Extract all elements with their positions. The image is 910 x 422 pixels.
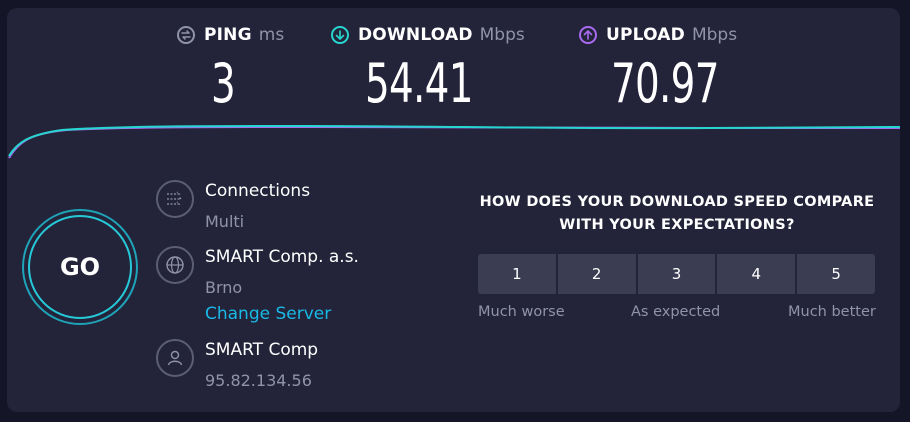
ping-label: PING bbox=[204, 25, 252, 45]
user-icon bbox=[156, 339, 194, 377]
download-metric: DOWNLOAD Mbps 54.41 bbox=[331, 22, 525, 114]
ping-icon bbox=[177, 26, 195, 44]
ping-value: 3 bbox=[211, 52, 236, 115]
upload-unit: Mbps bbox=[691, 25, 738, 45]
globe-icon bbox=[156, 246, 194, 284]
upload-metric: UPLOAD Mbps 70.97 bbox=[579, 22, 761, 114]
ping-metric: PING ms 3 bbox=[177, 22, 284, 114]
download-arrow-icon bbox=[331, 26, 349, 44]
provider-name: SMART Comp bbox=[205, 340, 319, 360]
upload-value: 70.97 bbox=[611, 52, 719, 115]
scale-high-label: Much better bbox=[788, 304, 876, 320]
rating-option-2[interactable]: 2 bbox=[557, 254, 636, 294]
upload-label: UPLOAD bbox=[606, 25, 685, 45]
upload-graph-line bbox=[8, 125, 900, 159]
scale-mid-label: As expected bbox=[631, 304, 721, 320]
upload-arrow-icon bbox=[579, 26, 597, 44]
survey-question-line2: WITH YOUR EXPECTATIONS? bbox=[559, 217, 795, 233]
ping-unit: ms bbox=[258, 25, 285, 45]
host-name: SMART Comp. a.s. bbox=[205, 247, 359, 267]
survey-question: HOW DOES YOUR DOWNLOAD SPEED COMPARE WIT… bbox=[469, 191, 885, 237]
download-value: 54.41 bbox=[365, 52, 473, 115]
rating-option-4[interactable]: 4 bbox=[717, 254, 796, 294]
survey-question-line1: HOW DOES YOUR DOWNLOAD SPEED COMPARE bbox=[479, 194, 875, 210]
go-button[interactable]: GO bbox=[28, 215, 132, 319]
rating-option-5[interactable]: 5 bbox=[797, 254, 875, 294]
scale-low-label: Much worse bbox=[478, 304, 565, 320]
rating-scale: 1 2 3 4 5 bbox=[478, 254, 875, 294]
change-server-link[interactable]: Change Server bbox=[205, 304, 331, 324]
provider-ip: 95.82.134.56 bbox=[205, 371, 312, 390]
download-label: DOWNLOAD bbox=[358, 25, 473, 45]
download-graph-line bbox=[8, 124, 900, 157]
download-unit: Mbps bbox=[479, 25, 525, 45]
connections-value: Multi bbox=[205, 212, 245, 231]
rating-option-1[interactable]: 1 bbox=[478, 254, 556, 294]
results-panel: PING ms 3 DOWNLOAD Mbps 54.41 UPLOAD Mbp… bbox=[7, 8, 900, 412]
rating-option-3[interactable]: 3 bbox=[637, 254, 716, 294]
connections-title: Connections bbox=[205, 181, 311, 201]
host-location: Brno bbox=[205, 278, 243, 297]
speed-graph bbox=[8, 124, 900, 159]
connections-icon bbox=[156, 180, 194, 218]
